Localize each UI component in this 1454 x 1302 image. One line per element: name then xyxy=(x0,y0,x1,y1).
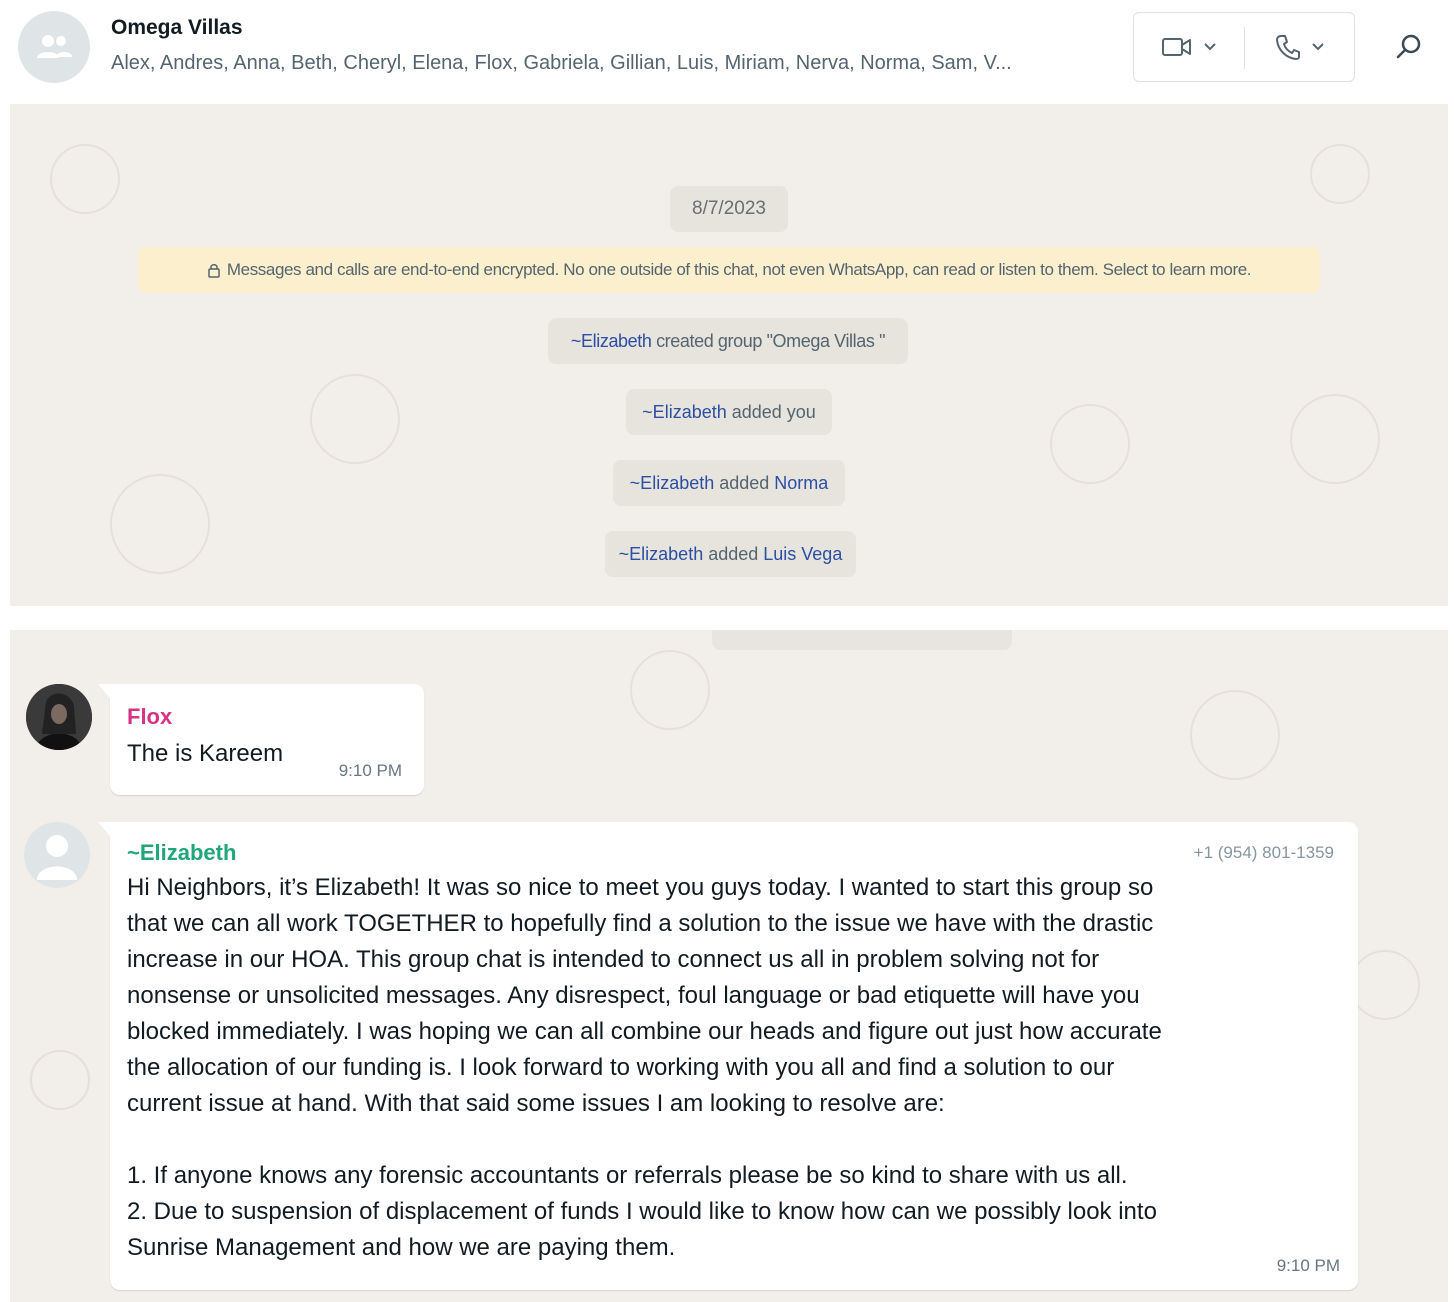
wallpaper-doodle xyxy=(50,144,120,214)
chevron-down-icon xyxy=(1204,43,1216,51)
video-call-button[interactable] xyxy=(1134,13,1244,81)
message-time: 9:10 PM xyxy=(338,761,402,780)
top-panel: Omega Villas Alex, Andres, Anna, Beth, C… xyxy=(0,0,1454,608)
sender-phone[interactable]: +1 (954) 801-1359 xyxy=(1194,843,1334,863)
wallpaper-doodle xyxy=(310,374,400,464)
chevron-down-icon xyxy=(1312,43,1324,51)
sender-name[interactable]: Flox xyxy=(127,704,172,730)
search-button[interactable] xyxy=(1386,24,1432,70)
wallpaper-doodle xyxy=(30,1050,90,1110)
system-target[interactable]: Luis Vega xyxy=(763,544,842,565)
message-text: The is Kareem xyxy=(127,740,284,767)
wallpaper-doodle xyxy=(630,650,710,730)
system-actor[interactable]: ~Elizabeth xyxy=(619,544,704,565)
message-line: blocked immediately. I was hoping we can… xyxy=(127,1018,1162,1045)
message-time: 9:10 PM xyxy=(1276,1256,1340,1275)
wallpaper-doodle xyxy=(1190,690,1280,780)
message-line: current issue at hand. With that said so… xyxy=(127,1090,945,1117)
message-line: the allocation of our funding is. I look… xyxy=(127,1054,1115,1081)
message-line: 2. Due to suspension of displacement of … xyxy=(127,1198,1157,1225)
encryption-notice[interactable]: Messages and calls are end-to-end encryp… xyxy=(138,247,1320,293)
wallpaper-doodle xyxy=(1310,144,1370,204)
voice-call-icon xyxy=(1276,35,1300,60)
system-actor[interactable]: ~Elizabeth xyxy=(642,402,727,423)
system-message: ~Elizabeth created group "Omega Villas " xyxy=(548,318,908,364)
message-line: increase in our HOA. This group chat is … xyxy=(127,946,1100,973)
message-line: nonsense or unsolicited messages. Any di… xyxy=(127,982,1140,1009)
chat-header[interactable]: Omega Villas Alex, Andres, Anna, Beth, C… xyxy=(0,0,1454,104)
bubble-tail xyxy=(98,684,110,698)
wallpaper-doodle xyxy=(1290,394,1380,484)
search-icon xyxy=(1396,34,1421,59)
system-target[interactable]: Norma xyxy=(774,473,828,494)
wallpaper-doodle xyxy=(1350,950,1420,1020)
avatar[interactable] xyxy=(24,822,90,888)
profile-photo-icon xyxy=(26,684,92,750)
encryption-notice-text: Messages and calls are end-to-end encryp… xyxy=(226,260,1252,279)
video-call-icon xyxy=(1162,38,1191,56)
bubble-tail xyxy=(98,822,110,836)
system-message: ~Elizabeth added Luis Vega xyxy=(605,531,856,577)
voice-call-button[interactable] xyxy=(1245,13,1355,81)
system-actor[interactable]: ~Elizabeth xyxy=(630,473,715,494)
group-avatar-icon xyxy=(37,35,72,58)
message-line: Hi Neighbors, it’s Elizabeth! It was so … xyxy=(127,874,1154,901)
system-action: added you xyxy=(726,401,816,422)
avatar[interactable] xyxy=(26,684,92,750)
lock-icon xyxy=(208,264,220,278)
message-line: 1. If anyone knows any forensic accounta… xyxy=(127,1162,1128,1189)
wallpaper-doodle xyxy=(110,474,210,574)
group-avatar[interactable] xyxy=(18,11,90,83)
default-avatar-icon xyxy=(37,835,77,880)
message-line: that we can all work TOGETHER to hopeful… xyxy=(127,910,1154,937)
wallpaper-doodle xyxy=(1050,404,1130,484)
sender-name[interactable]: ~Elizabeth xyxy=(127,840,236,866)
message-bubble[interactable]: Flox The is Kareem 9:10 PM xyxy=(98,684,424,795)
call-buttons xyxy=(1133,12,1355,82)
clipped-system-message xyxy=(712,630,1012,650)
message-line: Sunrise Management and how we are paying… xyxy=(127,1234,676,1261)
group-members[interactable]: Alex, Andres, Anna, Beth, Cheryl, Elena,… xyxy=(111,52,1111,75)
group-name[interactable]: Omega Villas xyxy=(111,16,243,40)
system-message: ~Elizabeth added Norma xyxy=(613,460,845,506)
system-actor[interactable]: ~Elizabeth xyxy=(571,331,652,352)
date-separator: 8/7/2023 xyxy=(670,186,788,232)
system-action: created group "Omega Villas " xyxy=(651,330,886,351)
system-message: ~Elizabeth added you xyxy=(626,389,832,435)
system-action: added xyxy=(714,472,775,493)
message-bubble[interactable]: ~Elizabeth +1 (954) 801-1359 Hi Neighbor… xyxy=(98,822,1358,1290)
system-action: added xyxy=(703,543,764,564)
